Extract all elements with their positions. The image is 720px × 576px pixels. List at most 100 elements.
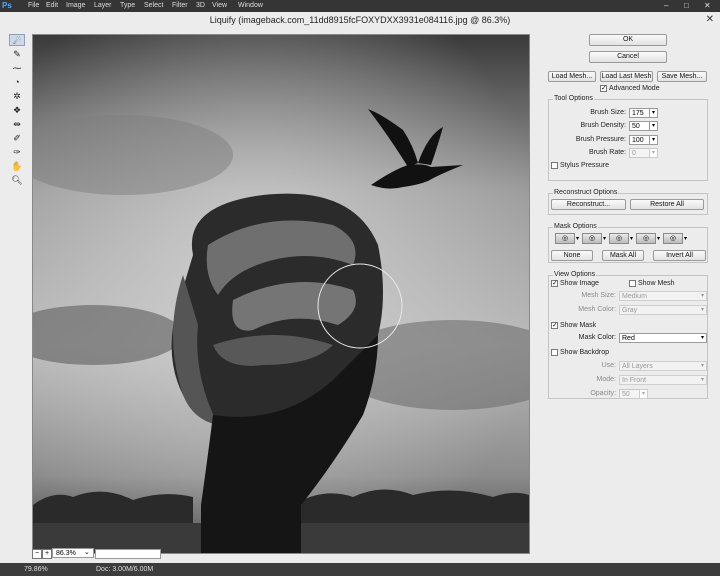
opacity-label: Opacity: (590, 390, 616, 397)
menu-window[interactable]: Window (238, 1, 263, 11)
subtract-from-selection-mask-icon[interactable]: ◎ (609, 233, 629, 244)
load-last-mesh-button[interactable]: Load Last Mesh (600, 71, 653, 82)
forward-warp-tool-icon[interactable]: ☄ (9, 34, 25, 46)
tool-strip: ☄ ✎ ⁓ ◔ ✲ ❖ ⇹ ✐ ✑ ✋ 🔍︎ (8, 34, 26, 186)
intersect-with-selection-mask-icon[interactable]: ◎ (636, 233, 656, 244)
chevron-down-icon: ▾ (700, 363, 704, 369)
mask-color-label: Mask Color: (578, 334, 616, 341)
chevron-down-icon[interactable]: ▾ (630, 235, 633, 242)
menu-file[interactable]: File (28, 1, 39, 11)
brush-size-label: Brush Size: (590, 109, 626, 116)
brush-pressure-dropdown[interactable]: ▾ (649, 135, 658, 145)
maximize-icon[interactable]: □ (684, 1, 689, 11)
load-mesh-button[interactable]: Load Mesh... (548, 71, 596, 82)
mesh-color-label: Mesh Color: (578, 306, 616, 313)
advanced-mode-label: Advanced Mode (609, 85, 660, 92)
chevron-down-icon[interactable]: ▾ (684, 235, 687, 242)
reconstruct-options-title: Reconstruct Options (553, 189, 619, 197)
menu-filter[interactable]: Filter (172, 1, 188, 11)
brush-density-dropdown[interactable]: ▾ (649, 121, 658, 131)
canvas-footer: − + 86.3% ⌄ (32, 548, 528, 560)
photoshop-logo: Ps (2, 1, 12, 10)
mask-color-select[interactable]: Red ▾ (619, 333, 707, 343)
preview-canvas[interactable] (32, 34, 530, 554)
reconstruct-tool-icon[interactable]: ✎ (9, 48, 25, 60)
chevron-down-icon[interactable]: ▾ (657, 235, 660, 242)
zoom-dropdown-icon[interactable]: ⌄ (84, 549, 90, 557)
dialog-close-icon[interactable]: ✕ (706, 14, 714, 26)
document-zoom: 79.86% (24, 566, 48, 573)
horizontal-scrollbar[interactable] (95, 549, 161, 559)
add-to-selection-mask-icon[interactable]: ◎ (582, 233, 602, 244)
mask-all-button[interactable]: Mask All (602, 250, 644, 261)
show-image-label: Show Image (560, 280, 599, 287)
mode-select[interactable]: In Front ▾ (619, 375, 707, 385)
menu-layer[interactable]: Layer (94, 1, 112, 11)
mesh-size-value: Medium (622, 293, 647, 300)
use-label: Use: (601, 362, 616, 369)
menu-select[interactable]: Select (144, 1, 163, 11)
mask-none-button[interactable]: None (551, 250, 593, 261)
mask-mode-buttons: ◎ ▾ ◎ ▾ ◎ ▾ ◎ ▾ ◎ ▾ (555, 233, 705, 245)
brush-rate-label: Brush Rate: (589, 149, 626, 156)
brush-rate-dropdown[interactable]: ▾ (649, 148, 658, 158)
options-panel: OK Cancel Load Mesh... Load Last Mesh Sa… (541, 32, 712, 560)
chevron-down-icon: ▾ (700, 377, 704, 383)
liquify-preview-image (33, 35, 529, 553)
liquify-dialog: Liquify (imageback.com_11dd8915fcFOXYDXX… (0, 12, 720, 563)
freeze-mask-tool-icon[interactable]: ✐ (9, 132, 25, 144)
minimize-icon[interactable]: – (664, 1, 668, 11)
smooth-tool-icon[interactable]: ⁓ (9, 62, 25, 74)
stylus-pressure-checkbox[interactable] (551, 162, 558, 169)
show-mesh-checkbox[interactable] (629, 280, 636, 287)
menu-view[interactable]: View (212, 1, 227, 11)
cancel-button[interactable]: Cancel (589, 51, 667, 63)
hand-tool-icon[interactable]: ✋ (9, 160, 25, 172)
replace-selection-mask-icon[interactable]: ◎ (555, 233, 575, 244)
restore-all-button[interactable]: Restore All (630, 199, 704, 210)
invert-all-button[interactable]: Invert All (653, 250, 706, 261)
brush-size-dropdown[interactable]: ▾ (649, 108, 658, 118)
pucker-tool-icon[interactable]: ✲ (9, 90, 25, 102)
mask-color-value: Red (622, 335, 635, 342)
menu-3d[interactable]: 3D (196, 1, 205, 11)
chevron-down-icon: ▾ (700, 307, 704, 313)
mode-label: Mode: (596, 376, 616, 383)
view-options-title: View Options (553, 271, 597, 279)
use-select[interactable]: All Layers ▾ (619, 361, 707, 371)
chevron-down-icon[interactable]: ▾ (603, 235, 606, 242)
menu-edit[interactable]: Edit (46, 1, 58, 11)
show-backdrop-label: Show Backdrop (560, 349, 610, 356)
zoom-in-button[interactable]: + (42, 549, 52, 559)
zoom-tool-icon[interactable]: 🔍︎ (9, 174, 25, 186)
menubar: Ps File Edit Image Layer Type Select Fil… (0, 0, 720, 12)
show-image-checkbox[interactable]: ✓ (551, 280, 558, 287)
zoom-out-button[interactable]: − (32, 549, 42, 559)
push-left-tool-icon[interactable]: ⇹ (9, 118, 25, 130)
tool-options-title: Tool Options (553, 95, 594, 103)
mesh-color-value: Gray (622, 307, 638, 314)
mesh-size-label: Mesh Size: (581, 292, 616, 299)
mesh-size-select[interactable]: Medium ▾ (619, 291, 707, 301)
stylus-pressure-label: Stylus Pressure (560, 162, 610, 169)
thaw-mask-tool-icon[interactable]: ✑ (9, 146, 25, 158)
show-mask-checkbox[interactable]: ✓ (551, 322, 558, 329)
mesh-color-select[interactable]: Gray ▾ (619, 305, 707, 315)
bloat-tool-icon[interactable]: ❖ (9, 104, 25, 116)
chevron-down-icon[interactable]: ▾ (576, 235, 579, 242)
ok-button[interactable]: OK (589, 34, 667, 46)
menu-image[interactable]: Image (66, 1, 85, 11)
invert-selection-mask-icon[interactable]: ◎ (663, 233, 683, 244)
use-value: All Layers (622, 363, 653, 370)
opacity-dropdown[interactable]: ▾ (639, 389, 648, 399)
brush-pressure-label: Brush Pressure: (575, 136, 626, 143)
window-close-icon[interactable]: ✕ (704, 1, 711, 11)
photoshop-status-bar: 79.86% Doc: 3.00M/6.00M (0, 563, 720, 576)
advanced-mode-checkbox[interactable]: ✓ (600, 85, 607, 92)
chevron-down-icon: ▾ (700, 293, 704, 299)
twirl-clockwise-tool-icon[interactable]: ◔ (9, 76, 25, 88)
menu-type[interactable]: Type (120, 1, 135, 11)
show-backdrop-checkbox[interactable] (551, 349, 558, 356)
save-mesh-button[interactable]: Save Mesh... (657, 71, 707, 82)
reconstruct-button[interactable]: Reconstruct... (551, 199, 626, 210)
